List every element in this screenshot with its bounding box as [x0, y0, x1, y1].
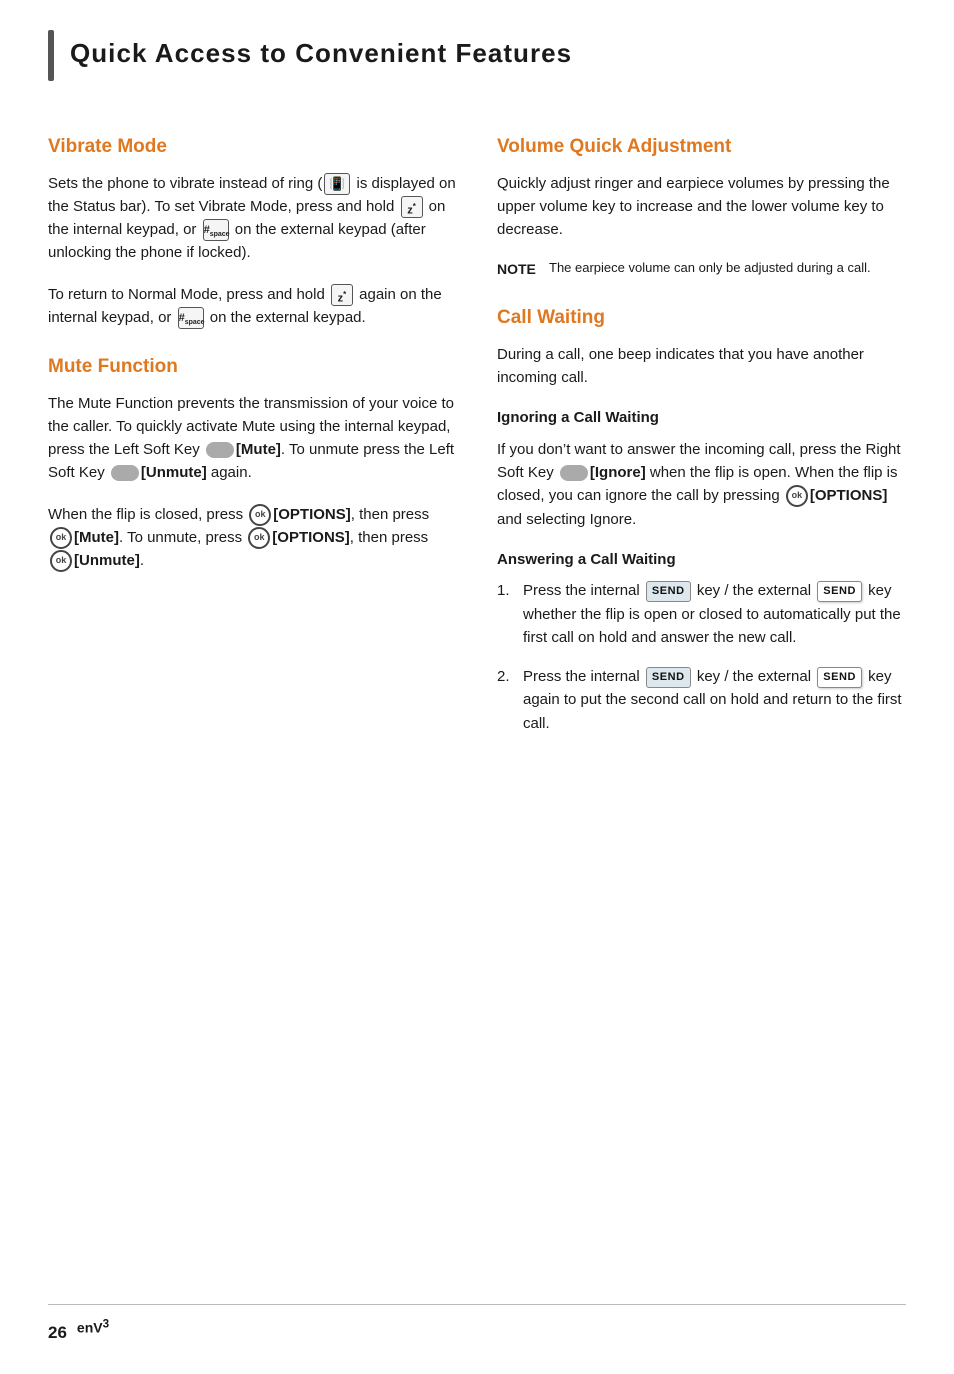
- answering-title: Answering a Call Waiting: [497, 549, 906, 572]
- item-num-1: 1.: [497, 579, 517, 602]
- page: Quick Access to Convenient Features Vibr…: [0, 0, 954, 1374]
- left-soft-key-icon-1: [206, 442, 234, 458]
- item-2-text1: Press the internal: [523, 668, 644, 685]
- answering-list: 1. Press the internal SEND key / the ext…: [497, 579, 906, 735]
- ok-key-icon-4: ok: [50, 550, 72, 572]
- vibrate-mode-body2: To return to Normal Mode, press and hold…: [48, 283, 457, 330]
- item-1-body: Press the internal SEND key / the extern…: [523, 579, 906, 649]
- send-key-internal-2: SEND: [646, 667, 691, 688]
- send-key-internal-1: SEND: [646, 581, 691, 602]
- volume-body: Quickly adjust ringer and earpiece volum…: [497, 172, 906, 242]
- call-waiting-body: During a call, one beep indicates that y…: [497, 343, 906, 390]
- item-1-text2: key / the external: [693, 582, 816, 599]
- note-label: NOTE: [497, 259, 541, 280]
- volume-section: Volume Quick Adjustment Quickly adjust r…: [497, 133, 906, 280]
- accent-bar: [48, 30, 54, 81]
- mute-text-3: again.: [207, 464, 252, 481]
- mute-label-2: [Mute]: [74, 529, 119, 546]
- ignore-text-3: and selecting Ignore.: [497, 511, 636, 528]
- vibrate-text-1: Sets the phone to vibrate instead of rin…: [48, 175, 322, 192]
- right-soft-key-icon: [560, 465, 588, 481]
- item-2-body: Press the internal SEND key / the extern…: [523, 665, 906, 735]
- ok-key-icon-ignore: ok: [786, 485, 808, 507]
- options-label-ignore: [OPTIONS]: [810, 487, 888, 504]
- z-key-2: z*: [331, 284, 353, 306]
- ignore-label: [Ignore]: [590, 464, 646, 481]
- left-column: Vibrate Mode Sets the phone to vibrate i…: [48, 109, 457, 751]
- vibrate-text-2c: on the external keypad.: [206, 309, 366, 326]
- unmute-label-2: [Unmute]: [74, 552, 140, 569]
- mute-text-7: , then press: [350, 529, 428, 546]
- brand-superscript: 3: [103, 1320, 109, 1336]
- mute-text-5: , then press: [351, 506, 429, 523]
- vibrate-mode-section: Vibrate Mode Sets the phone to vibrate i…: [48, 133, 457, 329]
- ok-key-icon-2: ok: [50, 527, 72, 549]
- brand-logo: enV3: [77, 1315, 109, 1350]
- send-key-external-2: SEND: [817, 667, 862, 688]
- vibrate-icon: 📳: [324, 173, 350, 195]
- item-2-text2: key / the external: [693, 668, 816, 685]
- item-1-text1: Press the internal: [523, 582, 644, 599]
- list-item: 1. Press the internal SEND key / the ext…: [497, 579, 906, 649]
- note-text: The earpiece volume can only be adjusted…: [549, 259, 871, 277]
- options-label-2: [OPTIONS]: [272, 529, 350, 546]
- ignoring-section: Ignoring a Call Waiting If you don’t wan…: [497, 407, 906, 531]
- item-num-2: 2.: [497, 665, 517, 688]
- mute-text-8: .: [140, 552, 144, 569]
- ignoring-title: Ignoring a Call Waiting: [497, 407, 906, 430]
- mute-function-body: The Mute Function prevents the transmiss…: [48, 392, 457, 485]
- z-key-1: z*: [401, 196, 423, 218]
- mute-function-title: Mute Function: [48, 353, 457, 382]
- options-label-1: [OPTIONS]: [273, 506, 351, 523]
- answering-section: Answering a Call Waiting 1. Press the in…: [497, 549, 906, 735]
- list-item: 2. Press the internal SEND key / the ext…: [497, 665, 906, 735]
- mute-text-6: . To unmute, press: [119, 529, 246, 546]
- mute-label: [Mute]: [236, 441, 281, 458]
- call-waiting-section: Call Waiting During a call, one beep ind…: [497, 304, 906, 735]
- mute-text-4: When the flip is closed, press: [48, 506, 247, 523]
- ignoring-body: If you don’t want to answer the incoming…: [497, 438, 906, 531]
- right-column: Volume Quick Adjustment Quickly adjust r…: [497, 109, 906, 751]
- page-header: Quick Access to Convenient Features: [48, 30, 906, 81]
- vibrate-text-2: To return to Normal Mode, press and hold: [48, 286, 329, 303]
- left-soft-key-icon-2: [111, 465, 139, 481]
- brand-text: enV: [77, 1320, 103, 1336]
- page-number: 26: [48, 1320, 67, 1346]
- main-content: Vibrate Mode Sets the phone to vibrate i…: [48, 109, 906, 751]
- vibrate-mode-body: Sets the phone to vibrate instead of rin…: [48, 172, 457, 265]
- send-key-external-1: SEND: [817, 581, 862, 602]
- unmute-label: [Unmute]: [141, 464, 207, 481]
- call-waiting-title: Call Waiting: [497, 304, 906, 333]
- page-title: Quick Access to Convenient Features: [70, 30, 572, 81]
- ok-key-icon-3: ok: [248, 527, 270, 549]
- hash-key-2: #space: [178, 307, 204, 329]
- mute-function-section: Mute Function The Mute Function prevents…: [48, 353, 457, 572]
- volume-title: Volume Quick Adjustment: [497, 133, 906, 162]
- footer: 26 enV3: [48, 1304, 906, 1350]
- hash-key-1: #space: [203, 219, 229, 241]
- vibrate-mode-title: Vibrate Mode: [48, 133, 457, 162]
- ok-key-icon-1: ok: [249, 504, 271, 526]
- mute-function-body2: When the flip is closed, press ok[OPTION…: [48, 503, 457, 573]
- volume-note: NOTE The earpiece volume can only be adj…: [497, 259, 906, 280]
